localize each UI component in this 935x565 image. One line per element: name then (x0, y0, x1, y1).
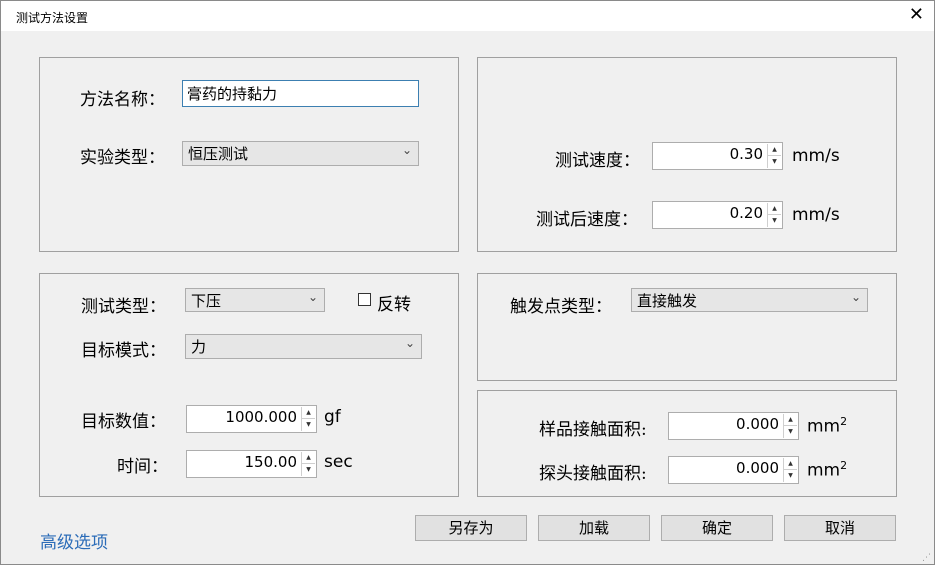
title-bar: 测试方法设置 ✕ (1, 1, 934, 31)
target-value-label: 目标数值： (81, 412, 166, 432)
area-unit-text: mm (807, 416, 841, 437)
time-unit: sec (324, 452, 353, 472)
reverse-checkbox[interactable] (358, 293, 371, 306)
trigger-panel: 触发点类型： 直接触发 ⌄ (477, 273, 897, 381)
probe-area-value: 0.000 (736, 459, 779, 477)
advanced-options-link[interactable]: 高级选项 (40, 528, 108, 553)
probe-area-spin[interactable]: ▲ ▼ (783, 458, 797, 482)
chevron-down-icon: ⌄ (850, 290, 861, 304)
ok-button[interactable]: 确定 (661, 515, 773, 541)
spin-up-icon[interactable]: ▲ (768, 203, 781, 215)
sample-area-label: 样品接触面积: (539, 420, 647, 440)
test-speed-label: 测试速度： (555, 151, 640, 171)
trigger-type-label: 触发点类型： (510, 297, 612, 317)
post-speed-unit: mm/s (792, 205, 840, 225)
method-name-value: 膏药的持黏力 (187, 85, 278, 103)
spin-up-icon[interactable]: ▲ (302, 452, 315, 464)
target-mode-select[interactable]: 力 ⌄ (185, 334, 422, 359)
reverse-label: 反转 (377, 295, 411, 315)
target-mode-label: 目标模式： (81, 341, 166, 361)
spin-down-icon[interactable]: ▼ (784, 426, 797, 438)
test-panel: 测试类型： 下压 ⌄ 反转 目标模式： 力 ⌄ 目标数值： 1000.000 ▲… (39, 273, 459, 497)
target-mode-value: 力 (191, 338, 207, 356)
probe-area-stepper[interactable]: 0.000 ▲ ▼ (668, 456, 799, 484)
area-unit-exp: 2 (840, 415, 848, 428)
sample-area-spin[interactable]: ▲ ▼ (783, 414, 797, 438)
probe-area-label: 探头接触面积: (539, 464, 647, 484)
test-speed-value: 0.30 (729, 145, 763, 163)
method-name-label: 方法名称： (80, 90, 165, 110)
experiment-type-select[interactable]: 恒压测试 ⌄ (182, 141, 419, 166)
sample-area-value: 0.000 (736, 415, 779, 433)
area-panel: 样品接触面积: 0.000 ▲ ▼ mm2 探头接触面积: 0.000 ▲ ▼ mm… (477, 390, 897, 497)
time-stepper[interactable]: 150.00 ▲ ▼ (186, 450, 317, 478)
spin-up-icon[interactable]: ▲ (784, 414, 797, 426)
test-speed-spin[interactable]: ▲ ▼ (767, 144, 781, 168)
chevron-down-icon: ⌄ (401, 143, 412, 157)
spin-up-icon[interactable]: ▲ (302, 407, 315, 419)
test-mode-value: 下压 (191, 292, 222, 310)
spin-down-icon[interactable]: ▼ (302, 419, 315, 431)
post-speed-stepper[interactable]: 0.20 ▲ ▼ (652, 201, 783, 229)
close-icon[interactable]: ✕ (909, 5, 924, 25)
time-label: 时间： (117, 457, 168, 477)
save-as-button[interactable]: 另存为 (415, 515, 527, 541)
experiment-type-label: 实验类型： (80, 148, 165, 168)
spin-up-icon[interactable]: ▲ (768, 144, 781, 156)
post-speed-spin[interactable]: ▲ ▼ (767, 203, 781, 227)
test-mode-select[interactable]: 下压 ⌄ (185, 288, 325, 312)
target-value: 1000.000 (225, 408, 297, 426)
window-title: 测试方法设置 (16, 11, 89, 25)
sample-area-stepper[interactable]: 0.000 ▲ ▼ (668, 412, 799, 440)
post-speed-label: 测试后速度： (536, 210, 638, 230)
time-value: 150.00 (244, 453, 298, 471)
method-panel: 方法名称： 膏药的持黏力 实验类型： 恒压测试 ⌄ (39, 57, 459, 252)
time-spin[interactable]: ▲ ▼ (301, 452, 315, 476)
spin-down-icon[interactable]: ▼ (302, 464, 315, 476)
load-button[interactable]: 加载 (538, 515, 650, 541)
target-unit: gf (324, 407, 341, 427)
area-unit-exp: 2 (840, 459, 848, 472)
test-speed-stepper[interactable]: 0.30 ▲ ▼ (652, 142, 783, 170)
chevron-down-icon: ⌄ (307, 290, 318, 304)
spin-down-icon[interactable]: ▼ (784, 470, 797, 482)
dialog-window: 测试方法设置 ✕ 方法名称： 膏药的持黏力 实验类型： 恒压测试 ⌄ 测试速度：… (0, 0, 935, 565)
area-unit-text: mm (807, 460, 841, 481)
experiment-type-value: 恒压测试 (188, 145, 249, 163)
cancel-button[interactable]: 取消 (784, 515, 896, 541)
method-name-input[interactable]: 膏药的持黏力 (182, 80, 419, 107)
spin-down-icon[interactable]: ▼ (768, 215, 781, 227)
post-speed-value: 0.20 (729, 204, 763, 222)
spin-down-icon[interactable]: ▼ (768, 156, 781, 168)
sample-area-unit: mm2 (807, 415, 847, 437)
target-value-spin[interactable]: ▲ ▼ (301, 407, 315, 431)
probe-area-unit: mm2 (807, 459, 847, 481)
trigger-type-value: 直接触发 (637, 292, 698, 310)
trigger-type-select[interactable]: 直接触发 ⌄ (631, 288, 868, 312)
test-speed-unit: mm/s (792, 146, 840, 166)
speed-panel: 测试速度： 0.30 ▲ ▼ mm/s 测试后速度： 0.20 ▲ ▼ mm/s (477, 57, 897, 252)
spin-up-icon[interactable]: ▲ (784, 458, 797, 470)
target-value-stepper[interactable]: 1000.000 ▲ ▼ (186, 405, 317, 433)
resize-grip-icon[interactable]: ⋰ (922, 553, 931, 563)
test-mode-label: 测试类型： (81, 297, 166, 317)
chevron-down-icon: ⌄ (404, 336, 415, 350)
